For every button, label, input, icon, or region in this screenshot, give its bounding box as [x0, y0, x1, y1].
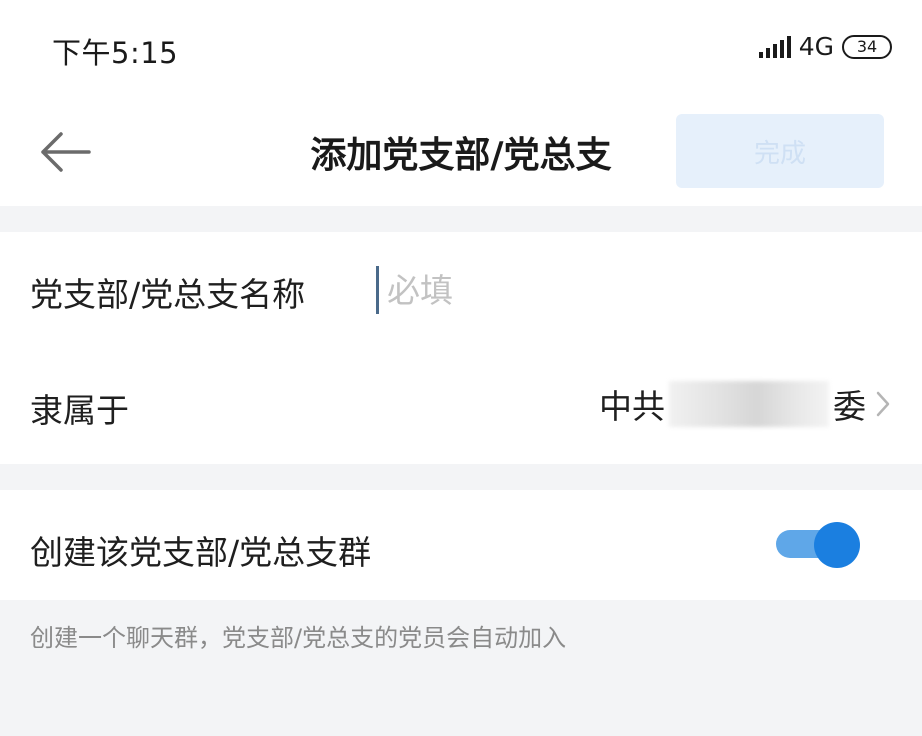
status-time: 下午5:15	[52, 36, 179, 70]
parent-suffix: 委	[833, 387, 866, 426]
create-group-label: 创建该党支部/党总支群	[30, 533, 372, 572]
parent-prefix: 中共	[599, 387, 665, 426]
network-type: 4G	[798, 32, 834, 61]
parent-label: 隶属于	[30, 391, 129, 430]
parent-row[interactable]: 隶属于 中共 委	[0, 348, 922, 464]
create-group-toggle[interactable]	[776, 522, 860, 568]
name-label: 党支部/党总支名称	[30, 275, 306, 314]
form-card: 党支部/党总支名称 隶属于 中共 委	[0, 232, 922, 464]
battery-icon: 34	[842, 34, 892, 59]
status-bar: 下午5:15 4G 34	[0, 0, 922, 98]
chevron-right-icon	[876, 391, 890, 417]
battery-level: 34	[856, 37, 878, 56]
signal-icon	[758, 35, 791, 58]
toggle-knob	[814, 522, 860, 568]
name-row: 党支部/党总支名称	[0, 232, 922, 348]
group-card: 创建该党支部/党总支群	[0, 490, 922, 600]
done-button[interactable]: 完成	[676, 114, 884, 188]
parent-value[interactable]: 中共 委	[599, 380, 890, 428]
group-hint: 创建一个聊天群，党支部/党总支的党员会自动加入	[30, 624, 567, 652]
name-input[interactable]	[376, 266, 887, 314]
nav-bar: 添加党支部/党总支 完成	[0, 98, 922, 206]
redacted-text	[669, 381, 829, 427]
status-indicators: 4G 34	[758, 32, 892, 61]
